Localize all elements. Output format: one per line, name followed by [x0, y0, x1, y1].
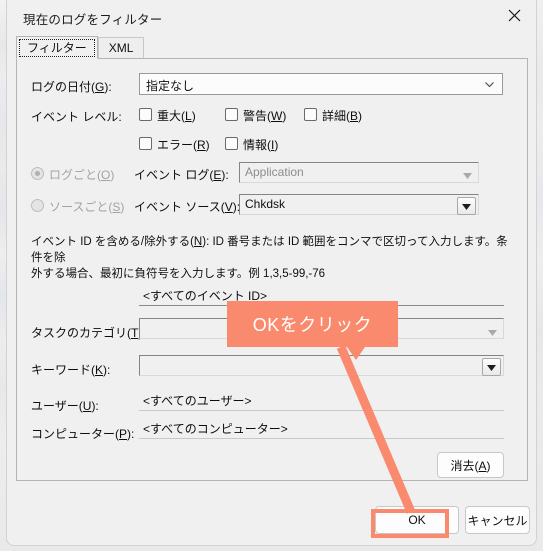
checkbox-verbose-label: 詳細(B)	[322, 109, 363, 123]
user-value: <すべてのユーザー>	[143, 394, 252, 408]
checkbox-critical-label: 重大(L)	[157, 109, 196, 123]
checkbox-information[interactable]	[225, 137, 238, 150]
logged-combobox[interactable]: 指定なし	[139, 73, 503, 95]
checkbox-warning[interactable]	[225, 108, 238, 121]
focus-ring	[19, 39, 95, 57]
cancel-button-label: キャンセル	[467, 513, 528, 528]
background-window-right-strip	[537, 0, 543, 551]
logged-label: ログの日付(G):	[31, 80, 112, 94]
task-category-label: タスクのカテゴリ(T):	[31, 326, 146, 340]
computer-field[interactable]: <すべてのコンピューター>	[139, 420, 504, 439]
tab-filter[interactable]: フィルター	[16, 36, 98, 59]
radio-dot	[35, 171, 40, 176]
checkbox-verbose[interactable]	[304, 108, 317, 121]
chevron-down-icon	[487, 360, 496, 374]
radio-by-source[interactable]	[31, 199, 44, 212]
close-icon	[508, 9, 521, 22]
radio-by-source-label: ソースごと(S)	[49, 200, 125, 214]
event-sources-combobox[interactable]: Chkdsk	[239, 194, 479, 215]
dialog-title: 現在のログをフィルター	[23, 13, 163, 27]
cancel-button[interactable]: キャンセル	[465, 506, 530, 534]
callout-tail	[347, 347, 365, 360]
chevron-down-icon	[462, 199, 471, 213]
checkbox-critical[interactable]	[139, 108, 152, 121]
annotation-callout: OKをクリック	[227, 301, 398, 347]
tab-xml-label: XML	[108, 41, 134, 55]
event-id-help-line1: イベント ID を含める/除外する(N): ID 番号または ID 範囲をコンマ…	[31, 236, 508, 264]
filter-tab-panel: ログの日付(G): 指定なし イベント レベル: 重大(L) 警告(W) 詳細(…	[16, 58, 528, 481]
checkbox-information-label: 情報(I)	[243, 138, 279, 152]
event-level-label: イベント レベル:	[31, 110, 122, 124]
event-id-help-line2: 外する場合、最初に負符号を入力します。例 1,3,5-99,-76	[31, 268, 326, 280]
chevron-down-icon	[463, 169, 472, 183]
radio-by-log-label: ログごと(O)	[49, 168, 115, 182]
dropdown-button[interactable]	[482, 358, 501, 376]
checkbox-error[interactable]	[139, 137, 152, 150]
user-field[interactable]: <すべてのユーザー>	[139, 392, 504, 411]
event-logs-combobox[interactable]: Application	[239, 162, 479, 183]
keywords-label: キーワード(K):	[31, 363, 111, 377]
filter-current-log-dialog: 現在のログをフィルター フィルター XML ログの日付(G): 指定なし イベン…	[6, 0, 537, 546]
checkbox-error-label: エラー(R)	[157, 138, 210, 152]
clear-button[interactable]: 消去(A)	[437, 452, 504, 478]
chevron-down-icon	[484, 79, 495, 93]
annotation-callout-label: OKをクリック	[252, 315, 373, 335]
chevron-down-icon	[488, 326, 497, 340]
radio-by-log[interactable]	[31, 167, 44, 180]
logged-value: 指定なし	[146, 79, 195, 93]
checkbox-warning-label: 警告(W)	[243, 109, 287, 123]
ok-button-highlight	[371, 509, 449, 538]
event-sources-label: イベント ソース(V):	[134, 200, 241, 214]
tab-xml[interactable]: XML	[97, 37, 145, 59]
dialog-titlebar: 現在のログをフィルター	[7, 0, 536, 34]
keywords-combobox[interactable]	[139, 355, 504, 376]
close-button[interactable]	[492, 0, 536, 31]
user-label: ユーザー(U):	[31, 399, 99, 413]
computer-label: コンピューター(P):	[31, 427, 135, 441]
dropdown-button[interactable]	[457, 197, 476, 215]
clear-button-label: 消去(A)	[450, 458, 491, 473]
tabstrip: フィルター XML	[16, 36, 145, 59]
event-id-help-text: イベント ID を含める/除外する(N): ID 番号または ID 範囲をコンマ…	[31, 234, 517, 282]
event-logs-label: イベント ログ(E):	[134, 168, 229, 182]
computer-value: <すべてのコンピューター>	[143, 422, 288, 436]
event-sources-value: Chkdsk	[245, 197, 286, 211]
event-logs-value: Application	[245, 165, 304, 179]
